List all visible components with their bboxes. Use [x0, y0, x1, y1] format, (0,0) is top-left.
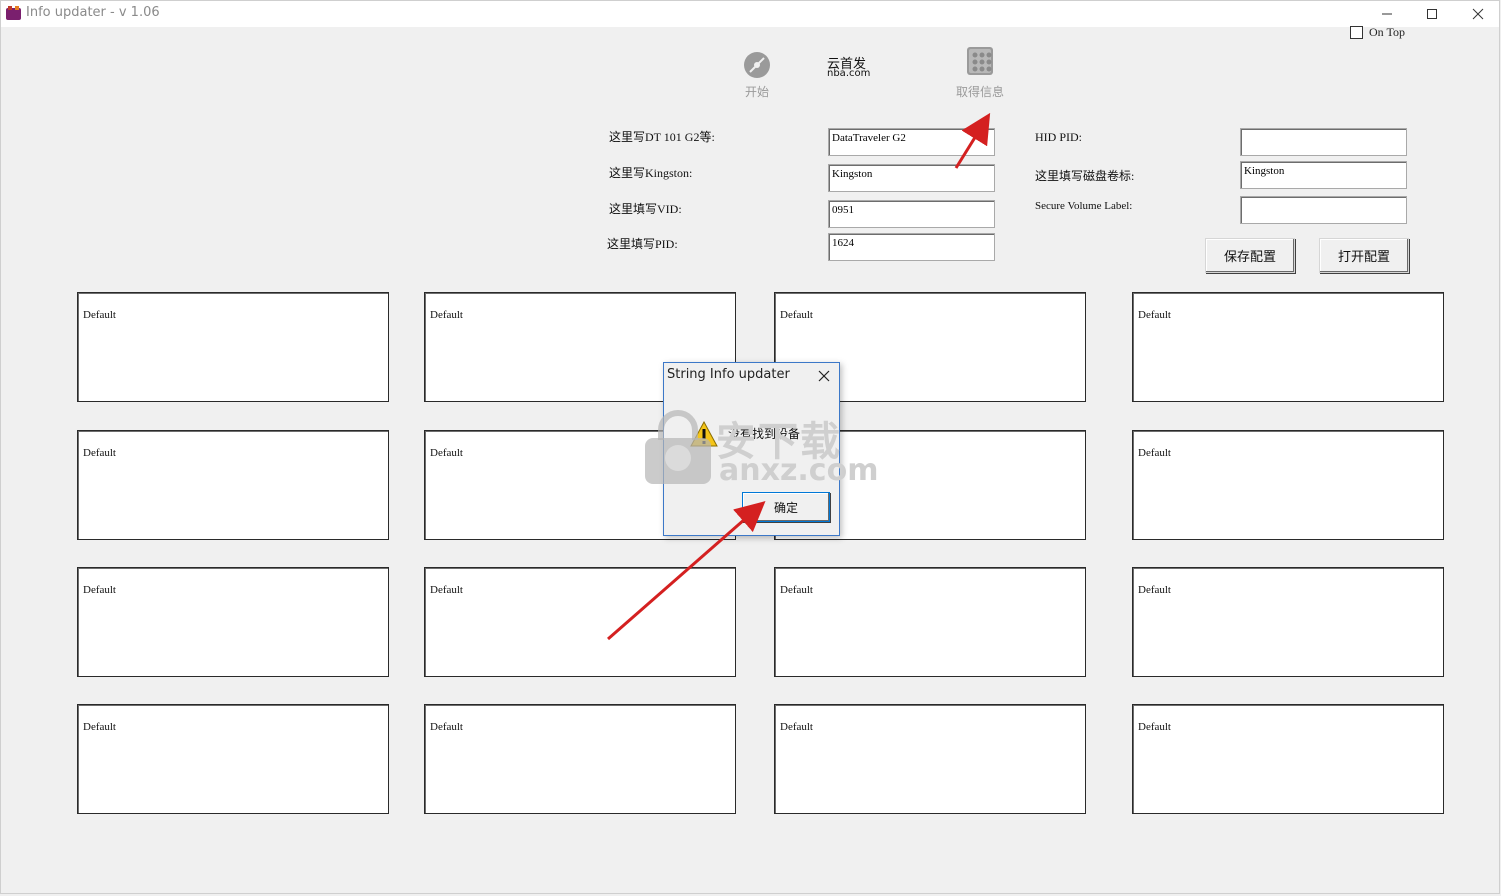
- vendor-label: 这里写Kingston:: [609, 166, 693, 180]
- default-cell[interactable]: Default: [77, 704, 389, 814]
- default-cell[interactable]: Default: [1132, 567, 1444, 677]
- pid-label: 这里填写PID:: [607, 237, 678, 251]
- on-top-checkbox[interactable]: On Top: [1350, 25, 1405, 40]
- dialog-title: String Info updater: [667, 367, 790, 382]
- chip-grid-icon: [967, 47, 993, 75]
- default-cell[interactable]: Default: [1132, 704, 1444, 814]
- minimize-button[interactable]: [1364, 1, 1410, 27]
- volume-label-input[interactable]: Kingston: [1240, 161, 1407, 189]
- overlay-text-line2: nba.com: [827, 68, 871, 79]
- default-cell[interactable]: Default: [77, 567, 389, 677]
- default-cell[interactable]: Default: [1132, 430, 1444, 540]
- secure-volume-input[interactable]: [1240, 196, 1407, 224]
- product-label: 这里写DT 101 G2等:: [609, 130, 715, 144]
- hid-pid-input[interactable]: [1240, 128, 1407, 156]
- default-cell[interactable]: Default: [77, 292, 389, 402]
- vid-label: 这里填写VID:: [609, 202, 682, 216]
- volume-label-label: 这里填写磁盘卷标:: [1035, 169, 1135, 183]
- default-cell[interactable]: Default: [424, 567, 736, 677]
- on-top-box[interactable]: [1350, 26, 1363, 39]
- vid-input[interactable]: 0951: [828, 200, 995, 228]
- default-cell[interactable]: Default: [774, 567, 1086, 677]
- watermark-domain: anxz.com: [719, 453, 879, 488]
- close-icon: [818, 370, 830, 382]
- minimize-icon: [1382, 13, 1392, 15]
- watermark-lock-icon: [645, 410, 711, 484]
- default-cell[interactable]: Default: [774, 704, 1086, 814]
- get-info-label: 取得信息: [955, 85, 1004, 99]
- hid-pid-label: HID PID:: [1035, 130, 1082, 144]
- on-top-label: On Top: [1369, 25, 1405, 39]
- start-label: 开始: [744, 85, 769, 99]
- main-window: Info updater - v 1.06 On Top 开始 云首发 nba.…: [0, 0, 1500, 894]
- title-bar[interactable]: Info updater - v 1.06: [1, 1, 1499, 27]
- save-config-button[interactable]: 保存配置: [1205, 238, 1295, 273]
- secure-volume-label: Secure Volume Label:: [1035, 200, 1133, 212]
- default-cell[interactable]: Default: [77, 430, 389, 540]
- disc-icon: [744, 52, 770, 78]
- start-button[interactable]: 开始: [737, 51, 777, 100]
- dialog-close-button[interactable]: [814, 367, 834, 385]
- app-icon: [6, 6, 21, 20]
- open-config-button[interactable]: 打开配置: [1319, 238, 1409, 273]
- pid-input[interactable]: 1624: [828, 233, 995, 261]
- close-icon: [1472, 8, 1484, 20]
- close-button[interactable]: [1455, 1, 1499, 27]
- maximize-icon: [1427, 9, 1437, 19]
- window-title: Info updater - v 1.06: [26, 5, 160, 20]
- maximize-button[interactable]: [1409, 1, 1455, 27]
- product-input[interactable]: DataTraveler G2: [828, 128, 995, 156]
- get-info-button[interactable]: 取得信息: [953, 45, 1007, 100]
- default-cell[interactable]: Default: [424, 704, 736, 814]
- vendor-input[interactable]: Kingston: [828, 164, 995, 192]
- default-cell[interactable]: Default: [1132, 292, 1444, 402]
- ok-button[interactable]: 确定: [742, 492, 830, 522]
